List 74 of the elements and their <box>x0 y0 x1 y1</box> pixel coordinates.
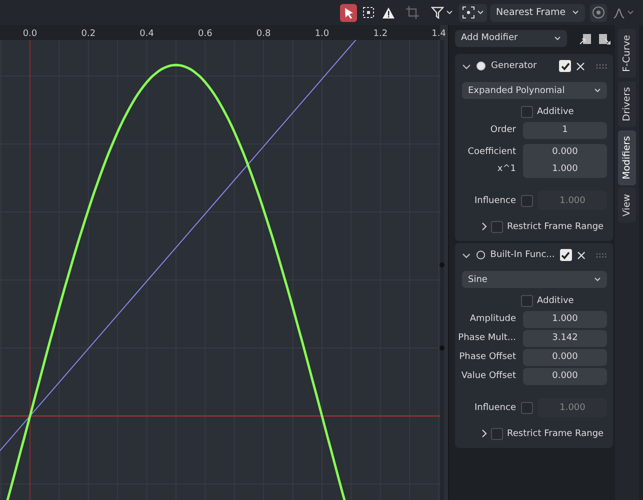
number-field[interactable]: 0.000 <box>523 349 607 366</box>
pivot-dropdown[interactable] <box>459 4 487 22</box>
mode-dropdown[interactable]: Sine <box>462 271 607 288</box>
caret-icon <box>572 10 579 15</box>
chevron-icon[interactable] <box>462 250 471 260</box>
modifier-name: Built-In Func... <box>490 250 555 260</box>
drag-handle-icon[interactable] <box>596 64 607 68</box>
tick-label: 0.2 <box>81 29 96 39</box>
caret-icon <box>594 277 601 282</box>
pivot-icon <box>462 6 475 19</box>
crop-icon[interactable] <box>406 6 419 19</box>
influence-field[interactable]: 1.000 <box>538 191 607 210</box>
mode-dropdown[interactable]: Expanded Polynomial <box>462 82 607 99</box>
active-dot-icon[interactable] <box>476 250 486 260</box>
sidebar-tab[interactable]: Modifiers <box>618 130 636 186</box>
clipboard-arrow-icon <box>598 32 611 44</box>
cursor-select-button[interactable] <box>340 4 357 22</box>
number-field[interactable]: 3.142 <box>523 330 607 347</box>
tick-label: 1.4 <box>432 29 446 39</box>
close-icon[interactable] <box>576 250 586 260</box>
field-label: Value Offset <box>461 370 516 383</box>
tick-label: 0.8 <box>256 29 271 39</box>
proportional-edit-button[interactable] <box>590 4 607 22</box>
sidebar-tab[interactable]: Drivers <box>618 80 636 128</box>
active-dot-icon[interactable] <box>476 61 486 71</box>
sidebar-tab[interactable]: View <box>618 188 636 224</box>
sidebar-tab[interactable]: F-Curve <box>618 29 636 78</box>
number-field[interactable]: 1 <box>523 122 607 139</box>
add-modifier-dropdown[interactable]: Add Modifier <box>455 30 567 46</box>
field-label: Phase Mult... <box>458 332 516 345</box>
caret-icon <box>554 36 561 40</box>
drag-handle-icon[interactable] <box>596 252 607 258</box>
chevron-icon[interactable] <box>462 62 471 70</box>
falloff-curve-icon <box>613 6 625 18</box>
caret-icon <box>446 10 453 15</box>
tick-label: 0.0 <box>22 29 38 39</box>
tick-label: 0.6 <box>198 29 212 39</box>
filter-icon <box>431 6 444 19</box>
snapping-dropdown[interactable]: Nearest Frame <box>490 4 585 22</box>
field-label: Amplitude <box>470 313 516 326</box>
scrollbar[interactable] <box>440 40 444 500</box>
clipboard-arrow-icon <box>579 32 592 44</box>
restrict-frame-range-checkbox[interactable]: Restrict Frame Range <box>491 220 604 232</box>
field-label: x^1 <box>497 163 516 176</box>
tick-label: 1.2 <box>373 29 388 39</box>
additive-checkbox[interactable]: Additive <box>521 294 574 306</box>
caret-icon <box>594 88 601 93</box>
chevron-icon[interactable] <box>480 222 488 231</box>
warning-icon <box>382 6 395 18</box>
tick-label: 1.0 <box>314 29 330 39</box>
field-label: Order <box>490 124 516 137</box>
modifier-name: Generator <box>491 61 538 71</box>
field-label: Phase Offset <box>459 351 516 364</box>
tick-label: 0.4 <box>140 29 154 39</box>
enable-checkbox[interactable] <box>559 60 571 72</box>
caret-icon <box>627 10 634 15</box>
restrict-frame-range-checkbox[interactable]: Restrict Frame Range <box>491 428 604 440</box>
number-field[interactable]: 0.000 1.000 <box>523 144 607 178</box>
number-field[interactable]: 1.000 <box>523 311 607 328</box>
number-field[interactable]: 0.000 <box>523 368 607 385</box>
target-icon <box>592 6 605 19</box>
influence-checkbox[interactable] <box>521 194 533 206</box>
influence-label: Influence <box>474 402 516 412</box>
additive-checkbox[interactable]: Additive <box>521 106 574 118</box>
cursor-icon <box>342 6 354 18</box>
chevron-icon[interactable] <box>480 429 488 438</box>
field-label: Coefficient <box>468 146 516 159</box>
influence-field[interactable]: 1.000 <box>538 398 607 417</box>
influence-checkbox[interactable] <box>521 402 533 414</box>
close-icon[interactable] <box>576 62 585 70</box>
box-select-icon <box>362 6 375 19</box>
influence-label: Influence <box>474 196 516 206</box>
enable-checkbox[interactable] <box>560 249 572 261</box>
caret-icon <box>477 10 484 15</box>
